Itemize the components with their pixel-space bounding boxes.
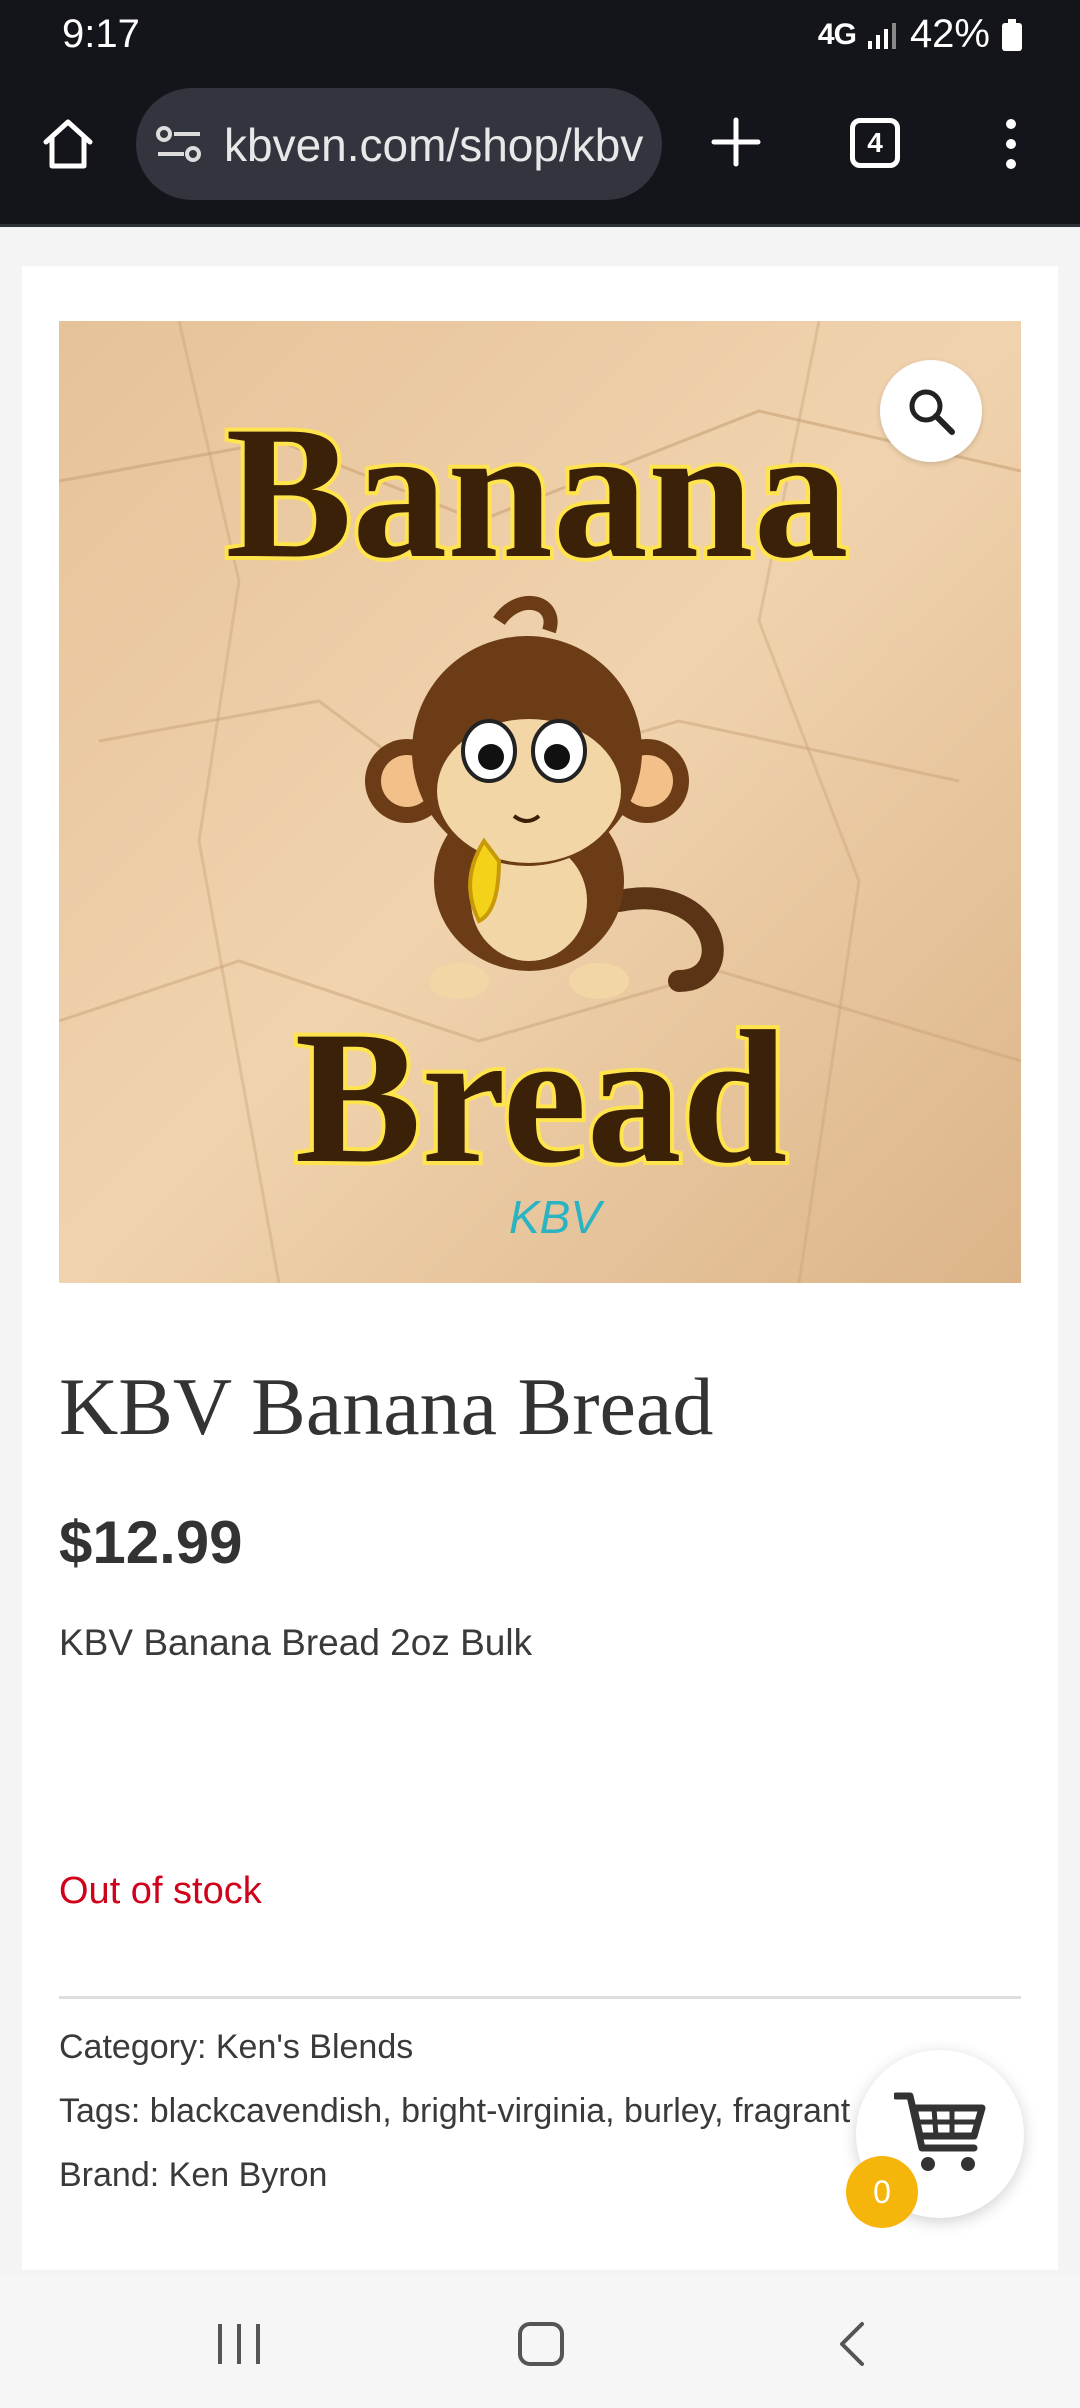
battery-icon <box>1002 18 1022 51</box>
status-bar: 9:17 4G 42% <box>0 0 1080 72</box>
tags-links[interactable]: blackcavendish, bright-virginia, burley,… <box>150 2092 851 2130</box>
product-brand: Brand: Ken Byron <box>59 2156 327 2195</box>
tab-switcher-icon[interactable]: 4 <box>850 118 900 168</box>
nav-home-icon[interactable] <box>516 2320 566 2368</box>
url-text[interactable]: kbven.com/shop/kbv <box>224 118 643 172</box>
more-vert-icon[interactable] <box>996 114 1026 174</box>
signal-icon <box>867 22 896 49</box>
plus-icon[interactable] <box>706 112 766 172</box>
address-bar[interactable]: kbven.com/shop/kbv <box>136 88 662 200</box>
cart-count-badge: 0 <box>846 2156 918 2228</box>
brand-link[interactable]: Ken Byron <box>169 2156 328 2194</box>
system-nav-bar <box>0 2276 1080 2408</box>
divider <box>59 1996 1021 1999</box>
product-category: Category: Ken's Blends <box>59 2028 413 2067</box>
image-text-bread: Bread <box>295 993 788 1203</box>
status-indicators: 4G 42% <box>818 12 1022 57</box>
home-icon[interactable] <box>38 114 98 174</box>
cart-icon <box>894 2092 986 2171</box>
browser-toolbar: kbven.com/shop/kbv 4 <box>0 72 1080 227</box>
image-brand-mark: KBV <box>509 1191 605 1243</box>
product-price: $12.99 <box>59 1509 243 1576</box>
stock-status: Out of stock <box>59 1870 262 1912</box>
search-icon <box>909 389 955 435</box>
product-title: KBV Banana Bread <box>59 1361 714 1452</box>
product-tags: Tags: blackcavendish, bright-virginia, b… <box>59 2092 859 2131</box>
brand-label: Brand: <box>59 2156 160 2194</box>
product-short-description: KBV Banana Bread 2oz Bulk <box>59 1622 533 1663</box>
battery-percent: 42% <box>909 12 990 56</box>
tune-icon[interactable] <box>156 124 202 164</box>
zoom-button[interactable] <box>880 360 982 462</box>
category-label: Category: <box>59 2028 207 2066</box>
status-time: 9:17 <box>62 12 140 56</box>
category-link[interactable]: Ken's Blends <box>216 2028 413 2066</box>
tags-label: Tags: <box>59 2092 141 2130</box>
image-text-banana: Banana <box>225 388 848 598</box>
recents-icon[interactable] <box>214 2320 264 2368</box>
network-type: 4G <box>817 17 857 51</box>
back-icon[interactable] <box>828 2320 878 2368</box>
product-image[interactable]: Banana Bread KBV <box>59 321 1021 1283</box>
